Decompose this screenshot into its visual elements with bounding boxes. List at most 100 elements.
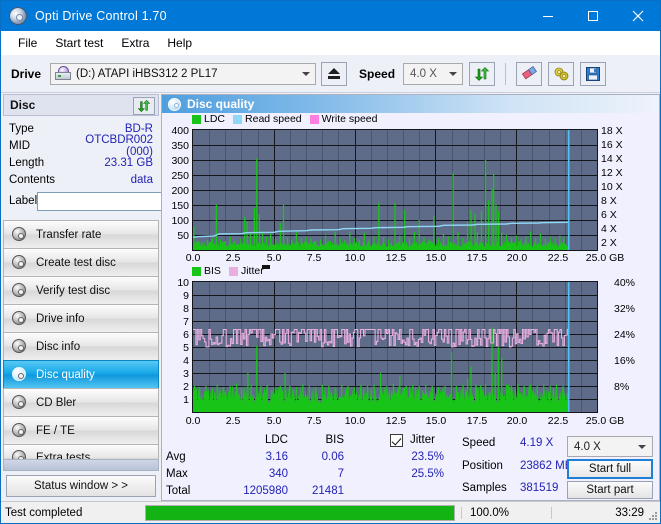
start-full-button[interactable]: Start full bbox=[567, 459, 653, 479]
toolbar: Drive (D:) ATAPI iHBS312 2 PL17 Speed 4.… bbox=[1, 55, 660, 93]
status-window-area: Status window > > bbox=[3, 471, 159, 501]
test-speed-select[interactable]: 4.0 X bbox=[567, 436, 653, 457]
disc-field-length: Length 23.31 GB bbox=[9, 154, 153, 171]
bis-ytick-1: 1 bbox=[183, 394, 189, 406]
disc-quality-icon bbox=[12, 366, 28, 383]
stats-max-jitter: 25.5% bbox=[411, 468, 444, 480]
disc-quality-icon bbox=[168, 97, 181, 111]
sidebar-item-verify-test-disc[interactable]: Verify test disc bbox=[3, 276, 159, 304]
legend-swatch-jitter bbox=[228, 266, 238, 276]
bis-y2tick-8: 8% bbox=[614, 381, 630, 393]
progress-percent: 100.0% bbox=[461, 506, 551, 519]
sidebar-item-fe-te[interactable]: FE / TE bbox=[3, 416, 159, 444]
stats-avg-ldc: 3.16 bbox=[265, 451, 288, 463]
ldc-ytick-400: 400 bbox=[171, 125, 189, 137]
chevron-down-icon bbox=[638, 444, 646, 449]
test-speed-value: 4.0 X bbox=[574, 440, 601, 453]
close-icon[interactable] bbox=[615, 1, 660, 31]
ldc-y2tick-12x: 12 X bbox=[601, 167, 623, 179]
start-part-button[interactable]: Start part bbox=[567, 481, 653, 499]
jitter-checkbox[interactable] bbox=[390, 434, 403, 447]
status-window-button[interactable]: Status window > > bbox=[6, 475, 156, 497]
eject-button[interactable] bbox=[321, 61, 348, 86]
menu-help[interactable]: Help bbox=[158, 33, 201, 53]
ldc-y2tick-6x: 6 X bbox=[601, 209, 617, 221]
ldc-xtick-9: 22.5 bbox=[547, 252, 569, 264]
menu-start-test[interactable]: Start test bbox=[46, 33, 112, 53]
bis-xtick-3: 7.5 bbox=[306, 415, 322, 427]
disc-verify-icon bbox=[12, 282, 28, 299]
ldc-ytick-50: 50 bbox=[177, 230, 189, 242]
legend-label-write-speed: Write speed bbox=[321, 113, 378, 125]
disc-transfer-icon bbox=[12, 226, 28, 243]
save-button[interactable] bbox=[580, 61, 607, 86]
refresh-icon bbox=[137, 99, 151, 113]
ldc-xtick-7: 17.5 bbox=[466, 252, 488, 264]
content-panel: Disc quality LDC Read speed Write speed … bbox=[161, 94, 660, 501]
settings-button[interactable] bbox=[548, 61, 575, 86]
legend-label-bis: BIS bbox=[204, 265, 221, 277]
stats-avg-jitter: 23.5% bbox=[411, 451, 444, 463]
bis-y2tick-32: 32% bbox=[614, 303, 636, 315]
page-title: Disc quality bbox=[187, 97, 255, 111]
sidebar-item-drive-info[interactable]: Drive info bbox=[3, 304, 159, 332]
ldc-y2tick-14x: 14 X bbox=[601, 153, 623, 165]
speed-label: Speed bbox=[359, 66, 396, 81]
stats-row-avg-label: Avg bbox=[166, 451, 186, 463]
minimize-icon[interactable] bbox=[525, 1, 570, 31]
stats-position-label: Position bbox=[462, 460, 503, 472]
bis-ytick-7: 7 bbox=[183, 316, 189, 328]
sidebar-label-verify-test-disc: Verify test disc bbox=[36, 284, 111, 297]
sidebar-item-disc-info[interactable]: Disc info bbox=[3, 332, 159, 360]
speed-select[interactable]: 4.0 X bbox=[403, 62, 464, 85]
maximize-icon[interactable] bbox=[570, 1, 615, 31]
stats-panel: LDC BIS Avg 3.16 0.06 23.5% Max 340 7 25… bbox=[162, 432, 659, 500]
disc-field-length-value: 23.31 GB bbox=[104, 156, 153, 169]
menu-file[interactable]: File bbox=[9, 33, 46, 53]
sidebar-label-create-test-disc: Create test disc bbox=[36, 256, 116, 269]
sidebar-item-create-test-disc[interactable]: Create test disc bbox=[3, 248, 159, 276]
stats-col-bis: BIS bbox=[325, 434, 344, 446]
ldc-xtick-4: 10.0 bbox=[344, 252, 366, 264]
title-bar: Opti Drive Control 1.70 bbox=[1, 1, 660, 31]
sidebar-label-transfer-rate: Transfer rate bbox=[36, 228, 102, 241]
ldc-ytick-250: 250 bbox=[171, 170, 189, 182]
bis-y2tick-40: 40% bbox=[614, 277, 636, 289]
jitter-label: Jitter bbox=[410, 434, 435, 446]
ldc-xtick-10: 25.0 GB bbox=[585, 252, 625, 264]
sidebar-item-transfer-rate[interactable]: Transfer rate bbox=[3, 220, 159, 248]
window-title: Opti Drive Control 1.70 bbox=[35, 9, 167, 23]
disc-field-mid-key: MID bbox=[9, 139, 31, 152]
drive-select[interactable]: (D:) ATAPI iHBS312 2 PL17 bbox=[50, 62, 317, 85]
disc-field-mid-value: OTCBDR002 (000) bbox=[85, 133, 153, 158]
ldc-ytick-100: 100 bbox=[171, 215, 189, 227]
bis-y2tick-16: 16% bbox=[614, 355, 636, 367]
disc-fete-icon bbox=[12, 422, 28, 439]
ldc-chart-legend: LDC Read speed Write speed bbox=[192, 113, 383, 125]
stats-row-max-label: Max bbox=[166, 468, 188, 480]
disc-field-contents: Contents data bbox=[9, 171, 153, 188]
resize-grip[interactable] bbox=[648, 511, 658, 521]
disc-refresh-button[interactable] bbox=[133, 97, 155, 115]
ldc-ytick-200: 200 bbox=[171, 185, 189, 197]
drive-icon bbox=[55, 66, 72, 80]
stats-row-total-label: Total bbox=[166, 485, 191, 497]
legend-swatch-ldc bbox=[192, 114, 201, 124]
speed-select-value: 4.0 X bbox=[410, 67, 437, 80]
nav-list: Transfer rate Create test disc Verify te… bbox=[3, 220, 159, 472]
bis-ytick-4: 4 bbox=[183, 355, 189, 367]
legend-swatch-bis bbox=[192, 266, 201, 276]
ldc-xtick-8: 20.0 bbox=[506, 252, 528, 264]
ldc-xtick-1: 2.5 bbox=[225, 252, 241, 264]
sidebar-item-disc-quality[interactable]: Disc quality bbox=[3, 360, 159, 388]
sidebar-item-cd-bler[interactable]: CD Bler bbox=[3, 388, 159, 416]
menu-extra[interactable]: Extra bbox=[112, 33, 158, 53]
erase-button[interactable] bbox=[516, 61, 543, 86]
stats-avg-bis: 0.06 bbox=[321, 451, 344, 463]
wrench-icon bbox=[554, 67, 568, 80]
refresh-button[interactable] bbox=[469, 61, 496, 86]
sidebar-label-disc-quality: Disc quality bbox=[36, 368, 95, 381]
ldc-y2tick-2x: 2 X bbox=[601, 237, 617, 249]
disc-bler-icon bbox=[12, 394, 28, 411]
bis-xtick-10: 25.0 GB bbox=[585, 415, 625, 427]
